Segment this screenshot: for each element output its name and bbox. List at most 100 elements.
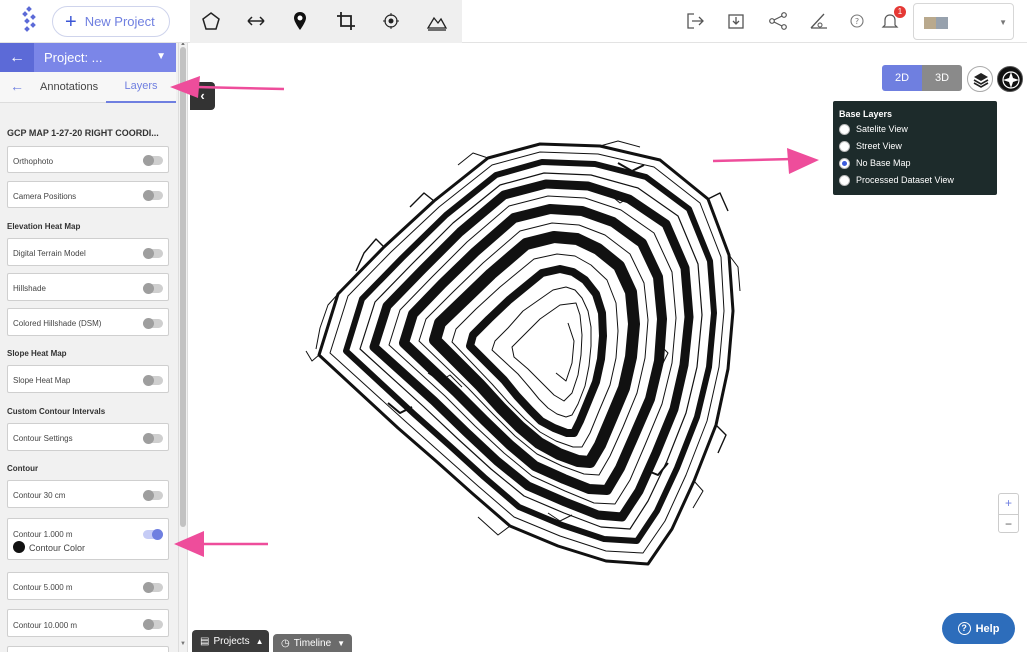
layer-toggle[interactable] <box>143 582 163 593</box>
clock-icon: ◷ <box>281 637 290 649</box>
layer-item-contour-settings[interactable]: Contour Settings <box>7 423 169 451</box>
share-icon[interactable] <box>767 10 789 32</box>
plus-icon: + <box>65 10 77 33</box>
radio-button[interactable] <box>839 123 850 135</box>
layer-item-orthophoto[interactable]: Orthophoto <box>7 146 169 173</box>
base-layer-option-none[interactable]: No Base Map <box>839 156 911 170</box>
layer-toggle[interactable] <box>143 248 163 259</box>
layer-item-slope-heat-map[interactable]: Slope Heat Map <box>7 365 169 393</box>
layers-sidebar: ← Project: ... ▼ ← Annotations Layers GC… <box>0 43 188 652</box>
projects-tab-label: Projects <box>213 635 250 647</box>
layer-label: Orthophoto <box>13 157 54 166</box>
user-account-dropdown[interactable]: ▼ <box>913 3 1014 40</box>
contour-color-label: Contour Color <box>29 543 86 553</box>
avatar <box>924 17 936 29</box>
tab-back-arrow-icon[interactable]: ← <box>10 78 24 94</box>
layer-toggle[interactable] <box>143 529 163 540</box>
base-layer-label: No Base Map <box>856 158 911 168</box>
chevron-up-icon: ▲ <box>255 636 264 646</box>
scroll-down-icon[interactable]: ▼ <box>180 641 186 647</box>
layer-label: Contour 10.000 m <box>13 621 78 630</box>
base-layer-option-processed[interactable]: Processed Dataset View <box>839 173 954 187</box>
compass-icon <box>1002 71 1020 89</box>
layer-label: Hillshade <box>13 284 46 293</box>
annotation-arrow-base-layers <box>712 148 819 174</box>
tab-layers[interactable]: Layers <box>106 72 176 103</box>
chevron-down-icon[interactable]: ▼ <box>156 51 166 62</box>
compass-button[interactable] <box>997 66 1023 92</box>
layer-item-contour-30cm[interactable]: Contour 30 cm <box>7 480 169 508</box>
document-icon: ▤ <box>200 635 210 647</box>
layer-item-contour-1m[interactable]: Contour 1.000 m Contour Color <box>7 518 169 560</box>
tab-annotations[interactable]: Annotations <box>40 81 98 93</box>
project-header[interactable]: ← Project: ... ▼ <box>0 43 176 72</box>
base-layers-panel: Base Layers Satelite View Street View No… <box>833 101 997 195</box>
view-2d-button[interactable]: 2D <box>882 65 922 91</box>
zoom-in-button[interactable]: + <box>999 494 1018 513</box>
base-layer-label: Processed Dataset View <box>856 175 954 185</box>
measure-angle-icon[interactable] <box>808 10 830 32</box>
radio-button[interactable] <box>839 140 850 152</box>
layer-label: Slope Heat Map <box>13 376 71 385</box>
drawing-toolbar <box>190 0 462 43</box>
view-3d-button[interactable]: 3D <box>922 65 962 91</box>
timeline-tab[interactable]: ◷ Timeline ▼ <box>273 634 352 652</box>
layer-item-colored-hillshade[interactable]: Colored Hillshade (DSM) <box>7 308 169 336</box>
layer-toggle[interactable] <box>143 190 163 201</box>
project-title: Project: ... <box>44 50 103 65</box>
back-arrow-icon[interactable]: ← <box>0 43 34 72</box>
layers-button[interactable] <box>967 66 993 92</box>
timeline-tab-label: Timeline <box>293 637 332 649</box>
sidebar-tabs: ← Annotations Layers <box>0 72 176 103</box>
base-layer-option-street[interactable]: Street View <box>839 139 902 153</box>
section-title: Elevation Heat Map <box>7 222 81 231</box>
base-layer-option-satellite[interactable]: Satelite View <box>839 122 908 136</box>
svg-text:?: ? <box>855 17 859 26</box>
location-pin-icon[interactable] <box>289 10 311 32</box>
layer-toggle[interactable] <box>143 318 163 329</box>
layer-toggle[interactable] <box>143 375 163 386</box>
layer-item-hillshade[interactable]: Hillshade <box>7 273 169 301</box>
dataset-title: GCP MAP 1-27-20 RIGHT COORDI... <box>7 128 159 138</box>
layer-toggle[interactable] <box>143 619 163 630</box>
layer-item-camera-positions[interactable]: Camera Positions <box>7 181 169 208</box>
layer-toggle[interactable] <box>143 490 163 501</box>
layer-toggle[interactable] <box>143 433 163 444</box>
download-icon[interactable] <box>725 10 747 32</box>
layer-label: Colored Hillshade (DSM) <box>13 319 102 328</box>
radio-button[interactable] <box>839 174 850 186</box>
layer-item-contour-10m[interactable]: Contour 10.000 m <box>7 609 169 637</box>
measure-distance-icon[interactable] <box>245 10 267 32</box>
help-label: Help <box>975 622 1000 635</box>
contour-color-swatch[interactable] <box>13 541 25 553</box>
base-layers-title: Base Layers <box>839 109 893 119</box>
polygon-tool-icon[interactable] <box>200 10 222 32</box>
crop-icon[interactable] <box>335 10 357 32</box>
section-title: Contour <box>7 464 39 473</box>
annotation-arrow-layers-tab <box>170 76 285 98</box>
layers-icon <box>973 73 989 88</box>
layer-toggle[interactable] <box>143 283 163 294</box>
layer-label: Contour 30 cm <box>13 491 66 500</box>
layer-item-contour-5m[interactable]: Contour 5.000 m <box>7 572 169 600</box>
help-button[interactable]: ? Help <box>942 613 1015 644</box>
export-icon[interactable] <box>684 10 706 32</box>
target-icon[interactable] <box>380 10 402 32</box>
layer-item-dtm[interactable]: Digital Terrain Model <box>7 238 169 266</box>
scroll-up-icon[interactable]: ▲ <box>180 43 186 47</box>
layer-toggle[interactable] <box>143 155 163 166</box>
section-title: Slope Heat Map <box>7 349 67 358</box>
radio-button-selected[interactable] <box>839 157 850 169</box>
app-logo-icon[interactable] <box>18 6 40 36</box>
elevation-profile-icon[interactable] <box>426 10 448 32</box>
layer-label: Digital Terrain Model <box>13 249 86 258</box>
new-project-button[interactable]: + New Project <box>52 6 170 37</box>
top-bar: + New Project ? 1 ▼ <box>0 0 1027 43</box>
sidebar-scroll-thumb[interactable] <box>180 47 186 527</box>
help-circle-icon[interactable]: ? <box>846 10 868 32</box>
projects-tab[interactable]: ▤ Projects ▲ <box>192 630 269 652</box>
zoom-out-button[interactable]: − <box>999 514 1018 533</box>
layer-item-partial[interactable] <box>7 646 169 652</box>
chevron-down-icon: ▼ <box>337 638 346 648</box>
base-layer-label: Satelite View <box>856 124 908 134</box>
